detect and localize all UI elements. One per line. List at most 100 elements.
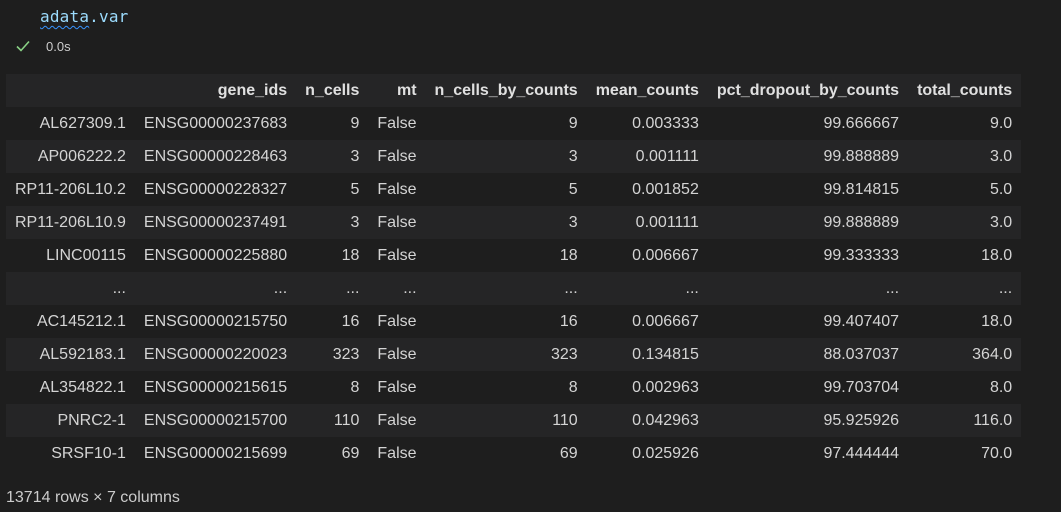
table-cell: False (368, 437, 426, 470)
table-cell: 3.0 (908, 140, 1022, 173)
table-cell: 8 (296, 371, 369, 404)
table-cell: 364.0 (908, 338, 1022, 371)
table-body: AL627309.1 ENSG00000237683 9 False 9 0.003333… (6, 107, 1022, 470)
table-cell: 99.888889 (707, 140, 909, 173)
code-cell[interactable]: adata.var 0.0s (0, 0, 1061, 63)
table-cell: 9 (296, 107, 369, 140)
table-cell: 5.0 (908, 173, 1022, 206)
table-cell: ... (707, 272, 909, 305)
cell-output: gene_ids n_cells mt n_cells_by_counts mean_c… (0, 62, 1061, 512)
column-header: mean_counts (586, 74, 708, 107)
column-header: mt (368, 74, 426, 107)
table-row: AL592183.1 ENSG00000220023 323 False 323 0.13… (6, 338, 1022, 371)
table-cell: False (368, 371, 426, 404)
table-cell: 99.814815 (707, 173, 909, 206)
table-header-row: gene_ids n_cells mt n_cells_by_counts mean_c… (6, 74, 1022, 107)
table-cell: 99.407407 (707, 305, 909, 338)
column-header: gene_ids (134, 74, 297, 107)
row-index: RP11-206L10.2 (6, 173, 135, 206)
table-cell: 0.001111 (586, 140, 708, 173)
table-cell: False (368, 173, 426, 206)
row-index: AL627309.1 (6, 107, 135, 140)
table-row: PNRC2-1 ENSG00000215700 110 False 110 0.04296… (6, 404, 1022, 437)
table-cell: 99.703704 (707, 371, 909, 404)
table-cell: ... (586, 272, 708, 305)
column-header: n_cells_by_counts (425, 74, 587, 107)
table-row: ........................ (6, 272, 1022, 305)
table-row: AC145212.1 ENSG00000215750 16 False 16 0.0066… (6, 305, 1022, 338)
table-cell: 8 (425, 371, 587, 404)
column-header: n_cells (296, 74, 369, 107)
table-cell: 3 (296, 206, 369, 239)
table-row: SRSF10-1 ENSG00000215699 69 False 69 0.025926… (6, 437, 1022, 470)
table-cell: False (368, 305, 426, 338)
table-cell: 3 (425, 140, 587, 173)
column-header: pct_dropout_by_counts (707, 74, 909, 107)
table-row: RP11-206L10.9 ENSG00000237491 3 False 3 0.001… (6, 206, 1022, 239)
table-cell: 69 (296, 437, 369, 470)
table-cell: 0.006667 (586, 239, 708, 272)
table-cell: 18.0 (908, 239, 1022, 272)
column-header: total_counts (908, 74, 1022, 107)
table-cell: 69 (425, 437, 587, 470)
table-cell: 18 (296, 239, 369, 272)
row-index: PNRC2-1 (6, 404, 135, 437)
table-cell: 0.002963 (586, 371, 708, 404)
table-cell: 18.0 (908, 305, 1022, 338)
table-cell: ... (368, 272, 426, 305)
table-row: AP006222.2 ENSG00000228463 3 False 3 0.001111… (6, 140, 1022, 173)
code-object: adata (40, 7, 90, 26)
check-icon (16, 40, 30, 52)
row-index: SRSF10-1 (6, 437, 135, 470)
table-cell: 99.333333 (707, 239, 909, 272)
table-row: AL627309.1 ENSG00000237683 9 False 9 0.003333… (6, 107, 1022, 140)
table-cell: 0.042963 (586, 404, 708, 437)
table-cell: 3 (296, 140, 369, 173)
table-cell: 110 (296, 404, 369, 437)
table-cell: 18 (425, 239, 587, 272)
table-cell: ... (296, 272, 369, 305)
index-header (6, 74, 135, 107)
table-cell: ENSG00000215699 (134, 437, 297, 470)
table-cell: 0.025926 (586, 437, 708, 470)
table-cell: ENSG00000215700 (134, 404, 297, 437)
table-cell: 116.0 (908, 404, 1022, 437)
table-cell: 3.0 (908, 206, 1022, 239)
table-cell: 95.925926 (707, 404, 909, 437)
table-cell: 16 (425, 305, 587, 338)
table-cell: 8.0 (908, 371, 1022, 404)
table-cell: 110 (425, 404, 587, 437)
code-editor-line[interactable]: adata.var (40, 7, 129, 26)
table-cell: ENSG00000228327 (134, 173, 297, 206)
table-cell: ENSG00000215615 (134, 371, 297, 404)
dataframe-shape: 13714 rows × 7 columns (6, 489, 180, 506)
table-cell: ENSG00000237491 (134, 206, 297, 239)
table-cell: 323 (296, 338, 369, 371)
table-cell: 9 (425, 107, 587, 140)
row-index: RP11-206L10.9 (6, 206, 135, 239)
table-cell: ENSG00000225880 (134, 239, 297, 272)
table-cell: 0.134815 (586, 338, 708, 371)
table-cell: False (368, 404, 426, 437)
table-cell: 0.006667 (586, 305, 708, 338)
table-row: RP11-206L10.2 ENSG00000228327 5 False 5 0.001… (6, 173, 1022, 206)
table-cell: 0.001111 (586, 206, 708, 239)
dataframe-table: gene_ids n_cells mt n_cells_by_counts mean_c… (6, 74, 1022, 470)
table-cell: False (368, 107, 426, 140)
row-index: AL592183.1 (6, 338, 135, 371)
table-cell: False (368, 338, 426, 371)
table-cell: 88.037037 (707, 338, 909, 371)
table-cell: ... (134, 272, 297, 305)
row-index: AP006222.2 (6, 140, 135, 173)
row-index: LINC00115 (6, 239, 135, 272)
code-attribute: var (99, 7, 129, 26)
code-separator: . (89, 7, 100, 26)
table-cell: ENSG00000215750 (134, 305, 297, 338)
table-cell: 3 (425, 206, 587, 239)
table-row: LINC00115 ENSG00000225880 18 False 18 0.00666… (6, 239, 1022, 272)
table-row: AL354822.1 ENSG00000215615 8 False 8 0.002963… (6, 371, 1022, 404)
table-cell: 9.0 (908, 107, 1022, 140)
execution-time: 0.0s (46, 38, 71, 54)
table-cell: 5 (425, 173, 587, 206)
row-index: ... (6, 272, 135, 305)
